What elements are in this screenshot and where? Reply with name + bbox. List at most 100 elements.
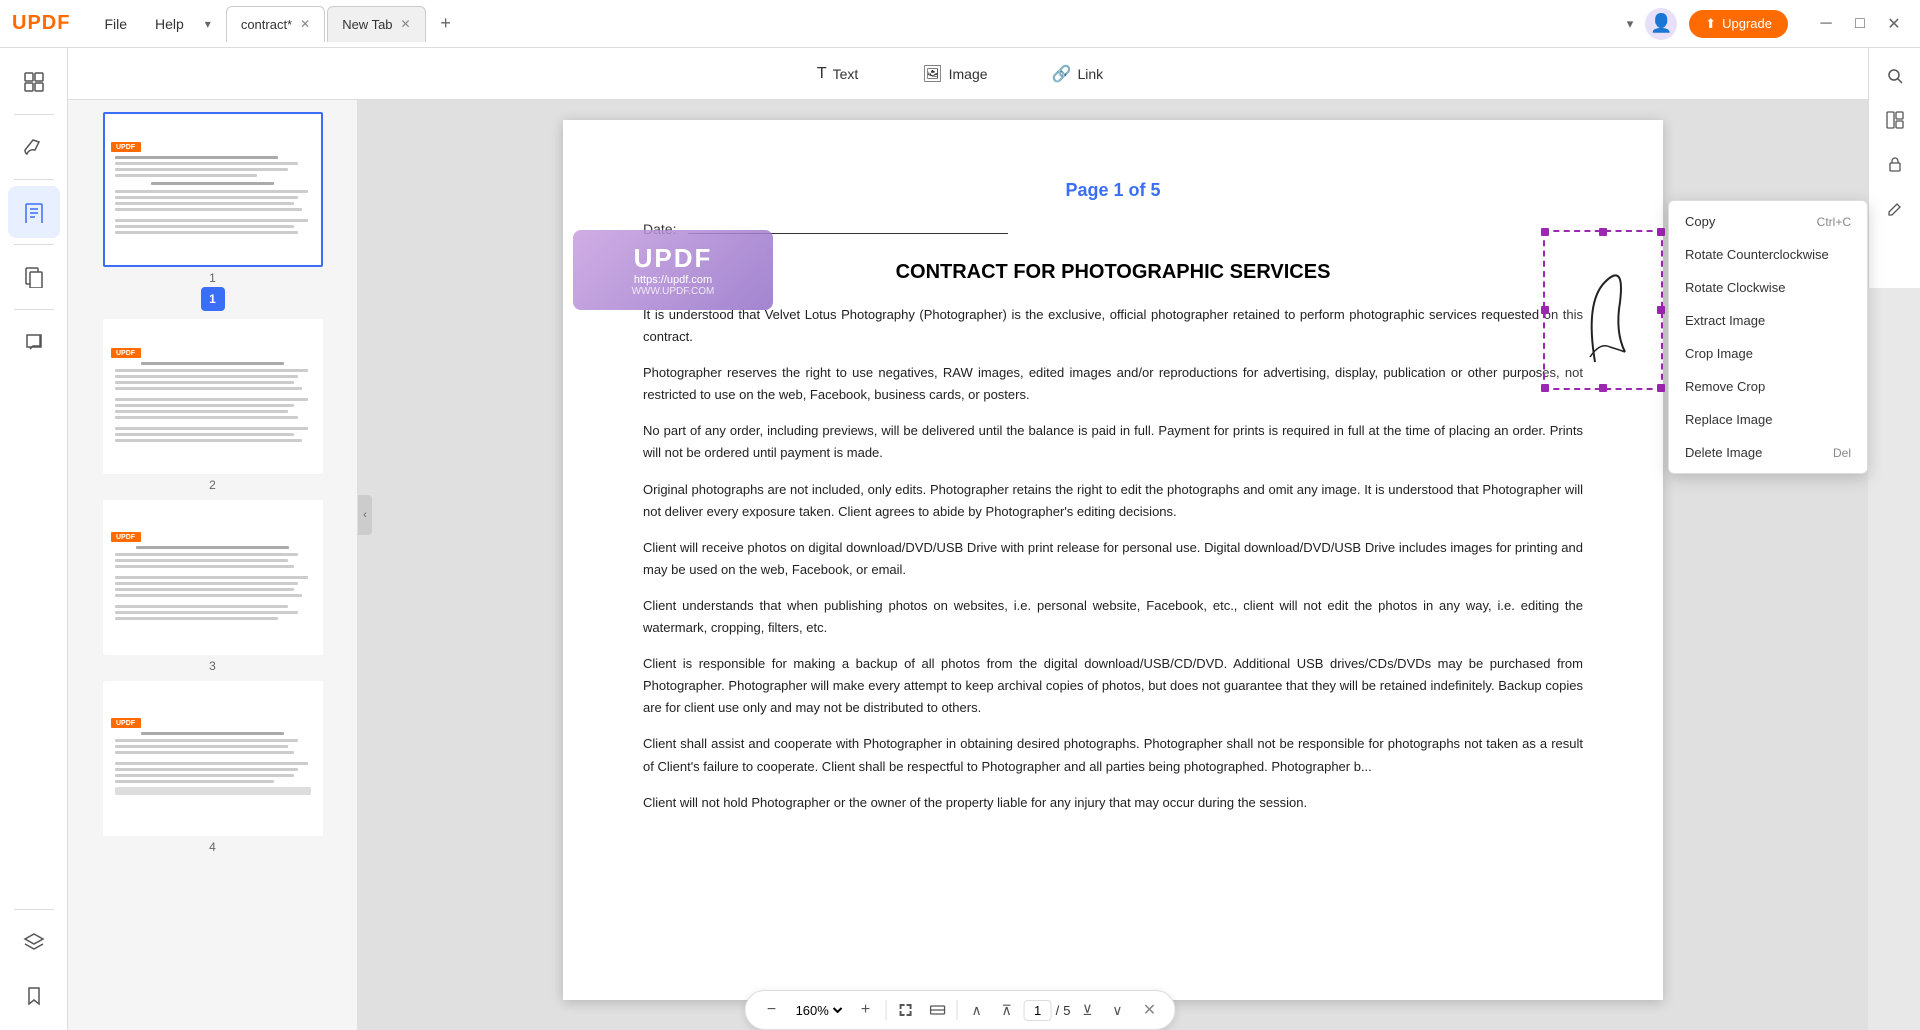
pdf-page: UPDF https://updf.com WWW.UPDF.COM Page … [563, 120, 1663, 1000]
topbar: UPDF File Help ▾ contract* ✕ New Tab ✕ +… [0, 0, 1920, 48]
ctx-extract-image[interactable]: Extract Image [1669, 304, 1867, 337]
maximize-button[interactable]: □ [1846, 10, 1874, 38]
fit-page-button[interactable] [893, 997, 919, 1023]
handle-bottom-right[interactable] [1657, 384, 1665, 392]
watermark-url: https://updf.com [634, 274, 712, 286]
ctx-crop-image[interactable]: Crop Image [1669, 337, 1867, 370]
ctx-rotate-ccw-label: Rotate Counterclockwise [1685, 247, 1829, 262]
zoom-bar-close[interactable]: ✕ [1136, 997, 1162, 1023]
text-label: Text [833, 66, 859, 82]
profile-avatar[interactable]: 👤 [1645, 8, 1677, 40]
sidebar-separator-3 [14, 244, 54, 245]
close-button[interactable]: ✕ [1880, 10, 1908, 38]
image-tool-button[interactable]: 🖼 Image [906, 56, 1003, 92]
window-list[interactable]: ▾ [1627, 16, 1634, 32]
upgrade-icon: ⬆ [1705, 16, 1716, 32]
link-tool-button[interactable]: 🔗 Link [1036, 56, 1120, 92]
ctx-rotate-cw[interactable]: Rotate Clockwise [1669, 271, 1867, 304]
menu-help[interactable]: Help [141, 0, 198, 48]
upgrade-button[interactable]: ⬆ Upgrade [1689, 10, 1788, 38]
handle-top-right[interactable] [1657, 228, 1665, 236]
thumb-img-1: UPDF [103, 112, 323, 267]
contract-para-6: Client understands that when publishing … [643, 595, 1583, 639]
right-layout-button[interactable] [1875, 100, 1915, 140]
thumb-img-3: UPDF [103, 500, 323, 655]
sidebar-separator-2 [14, 179, 54, 180]
contract-para-2: Photographer reserves the right to use n… [643, 362, 1583, 406]
topbar-right: ▾ 👤 ⬆ Upgrade ─ □ ✕ [1627, 8, 1908, 40]
ctx-rotate-ccw[interactable]: Rotate Counterclockwise [1669, 238, 1867, 271]
contract-para-1: It is understood that Velvet Lotus Photo… [643, 304, 1583, 348]
context-menu: Copy Ctrl+C Rotate Counterclockwise Rota… [1668, 200, 1868, 474]
sidebar-item-paintbrush[interactable] [8, 121, 60, 173]
text-icon: T [817, 65, 827, 83]
right-edit-button[interactable] [1875, 188, 1915, 228]
menu-file[interactable]: File [90, 0, 141, 48]
tab-close-contract[interactable]: ✕ [300, 17, 310, 31]
date-line: Date: [643, 221, 1583, 237]
ctx-remove-crop-label: Remove Crop [1685, 379, 1765, 394]
tab-add-button[interactable]: + [432, 10, 460, 38]
tab-new[interactable]: New Tab ✕ [327, 6, 425, 42]
zoom-increase-button[interactable]: + [852, 996, 880, 1024]
handle-bottom-middle[interactable] [1599, 384, 1607, 392]
thumb-img-4: UPDF [103, 681, 323, 836]
zoom-decrease-button[interactable]: − [758, 996, 786, 1024]
sidebar-item-pages[interactable] [8, 251, 60, 303]
handle-top-left[interactable] [1541, 228, 1549, 236]
tab-close-new[interactable]: ✕ [401, 17, 411, 31]
left-sidebar [0, 48, 68, 1030]
thumbnail-page-2[interactable]: UPDF 2 [88, 319, 338, 492]
main-content: UPDF https://updf.com WWW.UPDF.COM Page … [358, 100, 1868, 1030]
image-icon: 🖼 [922, 64, 942, 84]
last-page-button[interactable]: ⊻ [1074, 997, 1100, 1023]
right-sidebar [1868, 48, 1920, 288]
text-tool-button[interactable]: T Text [801, 57, 874, 91]
thumbnail-page-3[interactable]: UPDF 3 [88, 500, 338, 673]
contract-para-8: Client shall assist and cooperate with P… [643, 733, 1583, 777]
total-pages: 5 [1063, 1003, 1070, 1018]
sidebar-separator-4 [14, 309, 54, 310]
prev-page-button[interactable]: ∧ [964, 997, 990, 1023]
minimize-button[interactable]: ─ [1812, 10, 1840, 38]
image-label: Image [949, 66, 988, 82]
sidebar-item-comment[interactable] [8, 316, 60, 368]
selected-image-overlay[interactable] [1543, 230, 1663, 390]
first-page-button[interactable]: ⊼ [994, 997, 1020, 1023]
ctx-delete-image[interactable]: Delete Image Del [1669, 436, 1867, 469]
sidebar-item-edit[interactable] [8, 186, 60, 238]
handle-bottom-left[interactable] [1541, 384, 1549, 392]
menu-more[interactable]: ▾ [198, 14, 218, 34]
zoom-select[interactable]: 160% 100% 125% 150% 200% [792, 1002, 846, 1019]
ctx-replace-image[interactable]: Replace Image [1669, 403, 1867, 436]
sidebar-item-layers[interactable] [8, 916, 60, 968]
right-search-button[interactable] [1875, 56, 1915, 96]
sidebar-item-bookmarks[interactable] [8, 970, 60, 1022]
thumb-label-1: 1 [209, 271, 216, 285]
tab-contract[interactable]: contract* ✕ [226, 6, 325, 42]
app-logo: UPDF [12, 12, 70, 35]
handle-middle-left[interactable] [1541, 306, 1549, 314]
page-header: Page 1 of 5 [643, 180, 1583, 201]
sidebar-item-thumbnails[interactable] [8, 56, 60, 108]
page-number-input[interactable] [1024, 1000, 1052, 1021]
thumbnail-page-1[interactable]: UPDF 1 1 [88, 112, 338, 311]
watermark-logo-text: UPDF [634, 243, 713, 274]
thumbnail-panel: UPDF 1 1 [68, 100, 358, 1030]
panel-collapse-arrow[interactable]: ‹ [358, 495, 372, 535]
ctx-remove-crop[interactable]: Remove Crop [1669, 370, 1867, 403]
fit-width-button[interactable] [925, 997, 951, 1023]
next-page-button[interactable]: ∨ [1104, 997, 1130, 1023]
ctx-copy[interactable]: Copy Ctrl+C [1669, 205, 1867, 238]
contract-para-7: Client is responsible for making a backu… [643, 653, 1583, 719]
right-lock-button[interactable] [1875, 144, 1915, 184]
link-icon: 🔗 [1052, 64, 1072, 84]
sidebar-separator-1 [14, 114, 54, 115]
ctx-copy-label: Copy [1685, 214, 1715, 229]
thumbnail-page-4[interactable]: UPDF 4 [88, 681, 338, 854]
contract-para-5: Client will receive photos on digital do… [643, 537, 1583, 581]
thumb-label-4: 4 [209, 840, 216, 854]
handle-top-middle[interactable] [1599, 228, 1607, 236]
tab-label: contract* [241, 17, 292, 32]
handle-middle-right[interactable] [1657, 306, 1665, 314]
